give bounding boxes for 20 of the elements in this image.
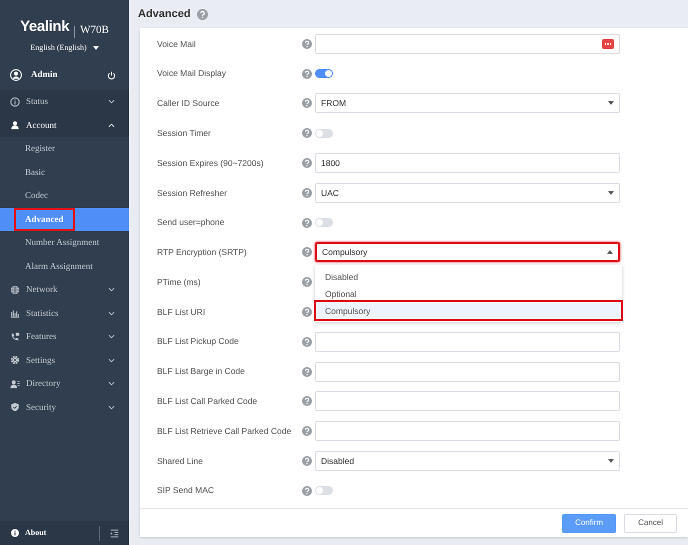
- field-label: BLF List Barge in Code: [157, 365, 246, 378]
- field-label: Session Expires (90~7200s): [157, 156, 265, 170]
- field-label: BLF List URI: [157, 306, 206, 318]
- field-label: Voice Mail Display: [157, 67, 227, 80]
- brand-logo: Yealink: [20, 16, 70, 36]
- field-label: Send user=phone: [157, 216, 226, 230]
- field-label: Caller ID Source: [157, 97, 220, 110]
- field-label: Session Refresher: [157, 186, 228, 200]
- model-name: W70B: [80, 22, 109, 38]
- field-label: SIP Send MAC: [157, 484, 216, 498]
- field-label: BLF List Pickup Code: [157, 335, 240, 348]
- field-label: PTime (ms): [157, 276, 202, 289]
- field-label: Session Timer: [157, 126, 212, 140]
- field-label: BLF List Retrieve Call Parked Code: [157, 424, 292, 438]
- user-name: Admin: [31, 68, 58, 82]
- page-title: Advanced: [138, 6, 191, 22]
- field-label: Voice Mail: [157, 38, 197, 50]
- field-label: Shared Line: [157, 454, 204, 468]
- field-label: BLF List Call Parked Code: [157, 395, 258, 408]
- field-label: RTP Encryption (SRTP): [157, 246, 248, 259]
